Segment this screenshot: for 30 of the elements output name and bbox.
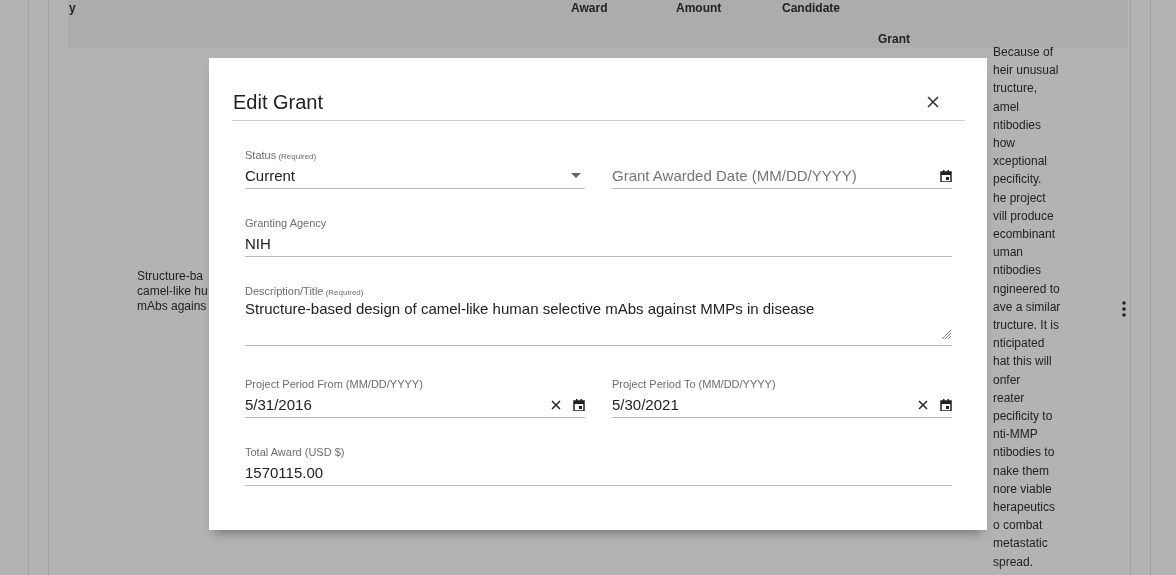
text-field[interactable]: 1570115.00 (245, 464, 952, 481)
column-header: Amount (676, 1, 722, 15)
more-options-icon[interactable] (1122, 301, 1126, 317)
caret-icon (571, 173, 581, 178)
date-field[interactable]: 5/30/2021 (612, 396, 906, 413)
field-label: Project Period From (MM/DD/YYYY) (245, 378, 424, 392)
clear-icon[interactable] (918, 399, 928, 410)
field-label: Status (Required) (245, 149, 318, 163)
table-cell-text: Structure-ba camel-like hu mAbs agains (137, 269, 209, 314)
field-label: Description/Title (Required) (245, 285, 365, 299)
calendar-icon[interactable] (940, 169, 952, 182)
dialog-title: Edit Grant (232, 90, 324, 114)
text-field[interactable]: NIH (245, 235, 952, 252)
date-field[interactable]: Grant Awarded Date (MM/DD/YYYY) (612, 167, 928, 184)
table-cell-text: Because of heir unusual tructure, amel ntibodies how xceptional pecificity. he project vill produce ecombinant uman ntibodies ngineered to ave a similar tructure. It is nticipated hat this will onfer reater pecificity to nti-MMP ntibodies to nake them nore viable herapeutics o combat metastatic spread. (993, 44, 1062, 571)
calendar-icon[interactable] (940, 398, 952, 411)
date-field[interactable]: 5/31/2016 (245, 396, 539, 413)
status-dropdown[interactable]: Current (245, 163, 585, 189)
text-area[interactable]: Structure-based design of camel-like human selective mAbs against MMPs in disease (245, 299, 952, 340)
column-header: y (69, 1, 76, 15)
column-header: Award (571, 1, 608, 15)
close-icon (927, 96, 939, 108)
field-label: Total Award (USD $) (245, 446, 346, 460)
column-header: Candidate (782, 1, 840, 15)
clear-icon[interactable] (551, 399, 561, 410)
field-label: Granting Agency (245, 217, 328, 231)
column-header: Grant (878, 32, 910, 46)
resize-handle-icon[interactable] (942, 330, 951, 339)
field-label: Project Period To (MM/DD/YYYY) (612, 378, 777, 392)
calendar-icon[interactable] (573, 398, 585, 411)
